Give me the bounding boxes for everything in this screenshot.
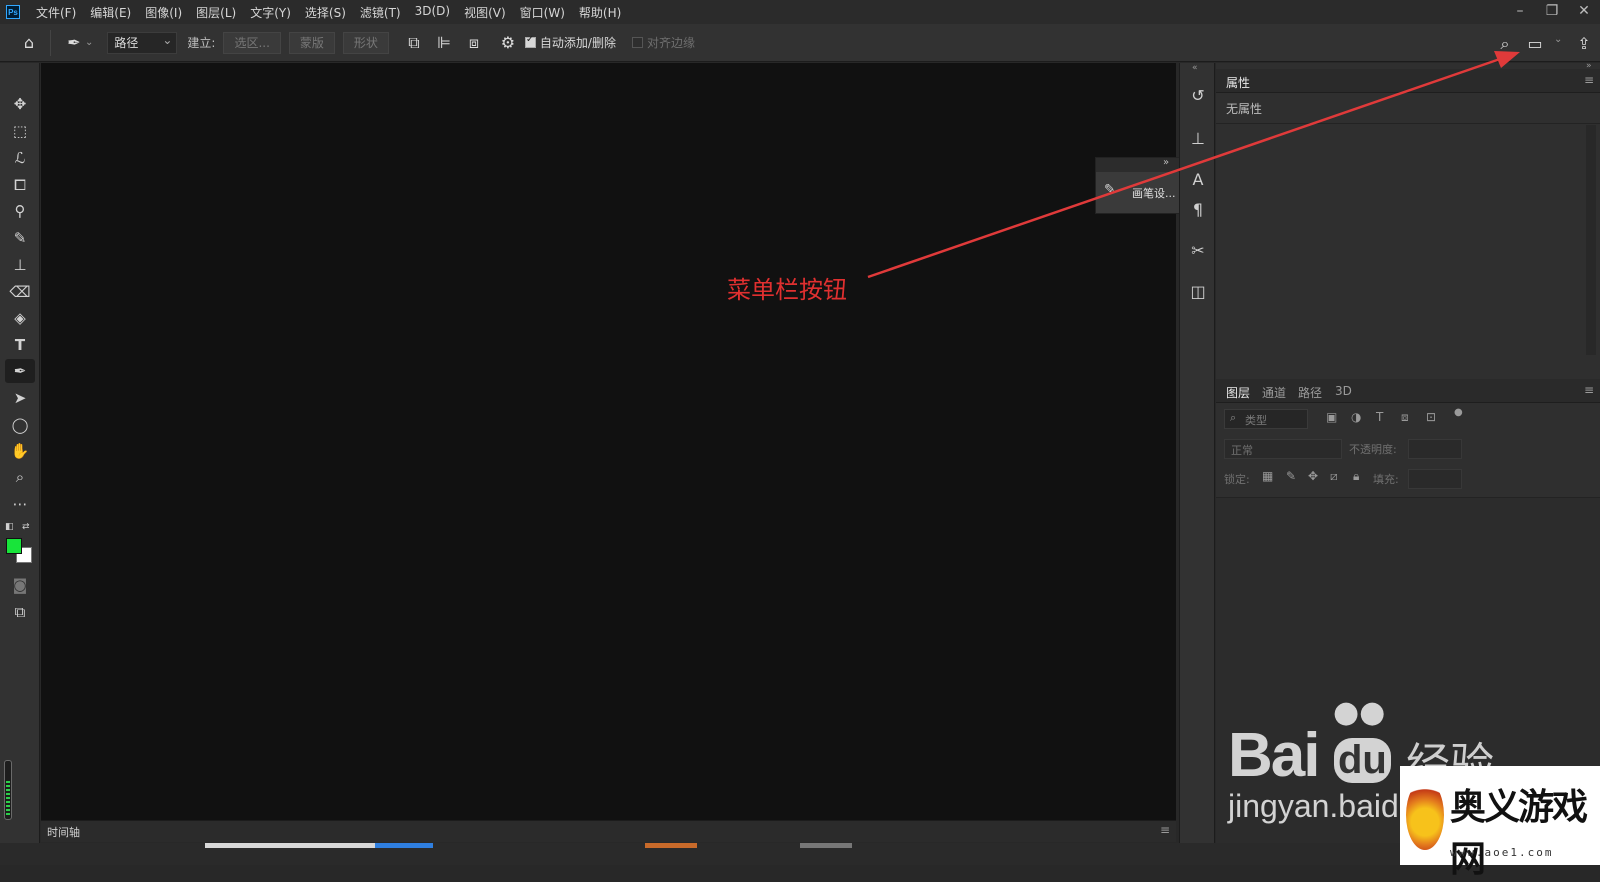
arrow-line — [867, 57, 1501, 279]
arrow-head — [1494, 51, 1520, 68]
watermark-brand-du: du — [1334, 738, 1391, 783]
watermark-brand: Bai — [1228, 721, 1320, 790]
annotation-label: 菜单栏按钮 — [727, 276, 847, 304]
site-logo-icon — [1406, 780, 1444, 850]
paw-logo-icon: ●● — [1333, 695, 1386, 730]
site-name: 奥义游戏网 — [1450, 786, 1588, 880]
watermark-url: jingyan.baidu — [1228, 788, 1417, 824]
site-url: www.aoe1.com — [1450, 846, 1554, 859]
site-watermark: 奥义游戏网 www.aoe1.com — [1400, 766, 1600, 880]
